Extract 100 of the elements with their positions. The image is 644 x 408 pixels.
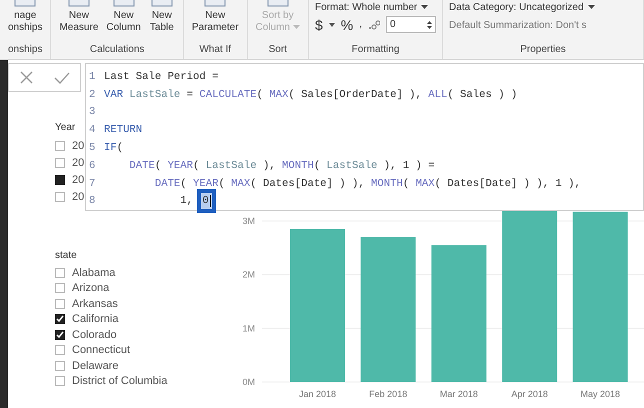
line-number: 7: [89, 178, 96, 190]
check-icon[interactable]: [54, 72, 70, 84]
group-label: Formatting: [350, 43, 400, 57]
checkbox[interactable]: [55, 283, 65, 294]
checkbox[interactable]: [55, 174, 65, 184]
code-token: (: [314, 160, 322, 172]
checkbox[interactable]: [55, 298, 65, 309]
slicer-item[interactable]: Delaware: [72, 360, 118, 372]
code-token: Last Sale Period =: [104, 70, 218, 83]
axis-label: Apr 2018: [511, 389, 548, 399]
axis-label: 0M: [242, 377, 255, 387]
checkbox[interactable]: [55, 268, 65, 278]
code-token: =: [186, 88, 194, 101]
code-token: (: [180, 178, 188, 190]
line-number: 8: [89, 195, 96, 208]
ribbon-button[interactable]: New Column: [104, 0, 143, 34]
code-token: MAX: [231, 178, 250, 190]
code-token: MONTH: [371, 178, 403, 190]
group-label: Sort: [268, 43, 288, 57]
code-token: ( Sales[OrderDate] ),: [288, 88, 423, 101]
checkbox[interactable]: [55, 314, 65, 324]
group-label: What If: [198, 43, 232, 57]
checkbox[interactable]: [55, 192, 65, 202]
slicer-item[interactable]: 20: [72, 174, 84, 186]
code-token: ), 1 ) =: [382, 160, 435, 172]
code-token: IF: [104, 142, 117, 154]
comma-button[interactable]: ,: [359, 19, 362, 30]
slicer-item[interactable]: Arizona: [72, 282, 110, 294]
code-token: MONTH: [282, 160, 314, 172]
code-token: (: [154, 160, 162, 172]
code-token: DATE: [154, 178, 180, 190]
code-token: LastSale: [326, 160, 378, 172]
checkbox[interactable]: [55, 330, 65, 340]
checkbox[interactable]: [55, 140, 65, 150]
slicer-item[interactable]: Colorado: [72, 328, 117, 341]
spinner-icon[interactable]: [427, 20, 432, 30]
code-token: (: [116, 142, 124, 154]
axis-label: Feb 2018: [369, 389, 408, 399]
formula-editor[interactable]: [85, 63, 644, 211]
group-label: onships: [7, 43, 44, 57]
ribbon-button[interactable]: nage onships: [6, 0, 44, 34]
code-token: (: [256, 88, 264, 101]
percent-button[interactable]: %: [340, 16, 354, 32]
slicer-item[interactable]: Connecticut: [72, 344, 130, 356]
line-number: 1: [89, 70, 96, 83]
axis-label: Mar 2018: [440, 389, 478, 399]
code-token: (: [218, 178, 226, 190]
currency-button[interactable]: $: [315, 16, 323, 32]
summarization-dropdown[interactable]: Default Summarization: Don't s: [449, 20, 595, 31]
slicer-item[interactable]: Alabama: [72, 266, 116, 279]
data-category-dropdown[interactable]: Data Category: Uncategorized: [449, 2, 595, 13]
caret-icon: [328, 22, 335, 26]
code-token: DATE: [128, 160, 155, 172]
slicer-item[interactable]: Arkansas: [72, 298, 118, 310]
slicer-title: state: [55, 249, 77, 263]
decimal-icon[interactable]: [368, 20, 380, 30]
line-number: 6: [89, 160, 96, 172]
axis-label: 3M: [242, 216, 255, 226]
axis-label: Jan 2018: [298, 389, 336, 399]
code-token: MAX: [269, 88, 288, 101]
code-token: YEAR: [168, 160, 194, 172]
line-number: 4: [89, 124, 96, 136]
code-token: RETURN: [104, 124, 142, 136]
caret-icon: [588, 5, 595, 10]
axis-label: May 2018: [580, 389, 620, 399]
code-token: LastSale: [206, 160, 257, 172]
line-number: 5: [89, 142, 96, 154]
code-token: MAX: [416, 178, 435, 190]
slicer-item[interactable]: California: [72, 313, 118, 326]
slicer-item[interactable]: 20: [72, 190, 84, 202]
code-token: 1,: [179, 195, 194, 208]
ribbon-button[interactable]: New Table: [146, 0, 177, 34]
text-cursor: [210, 195, 211, 208]
code-token: ),: [262, 160, 277, 172]
caret-icon: [421, 5, 428, 10]
checkbox[interactable]: [55, 158, 65, 168]
code-token: ( Dates[Date] ) ),: [250, 178, 366, 190]
code-token: LastSale: [128, 88, 180, 101]
ribbon-button[interactable]: New Parameter: [190, 0, 241, 34]
slicer-title: Year: [55, 121, 76, 135]
slicer-item[interactable]: District of Columbia: [72, 375, 168, 388]
format-dropdown[interactable]: Format: Whole number: [315, 2, 436, 13]
slicer-item[interactable]: 20: [72, 140, 84, 152]
axis-label: 1M: [242, 323, 255, 334]
close-icon[interactable]: [20, 71, 32, 84]
slicer-item[interactable]: 20: [72, 156, 84, 168]
line-number: 2: [89, 88, 96, 101]
checkbox[interactable]: [55, 376, 65, 386]
checkbox[interactable]: [55, 345, 65, 356]
code-token: (: [402, 178, 410, 190]
ribbon-button[interactable]: New Measure: [57, 0, 100, 34]
code-token: CALCULATE: [199, 88, 257, 101]
selected-text: 0: [201, 193, 212, 210]
code-token: VAR: [104, 88, 124, 101]
decimal-places-field[interactable]: 0: [386, 16, 436, 33]
checkbox[interactable]: [55, 360, 65, 371]
code-token: (: [193, 160, 200, 172]
code-token: ( Dates[Date] ) ), 1 ),: [434, 178, 581, 190]
code-token: ( Sales ) ): [447, 88, 518, 101]
code-token: ALL: [428, 88, 448, 101]
